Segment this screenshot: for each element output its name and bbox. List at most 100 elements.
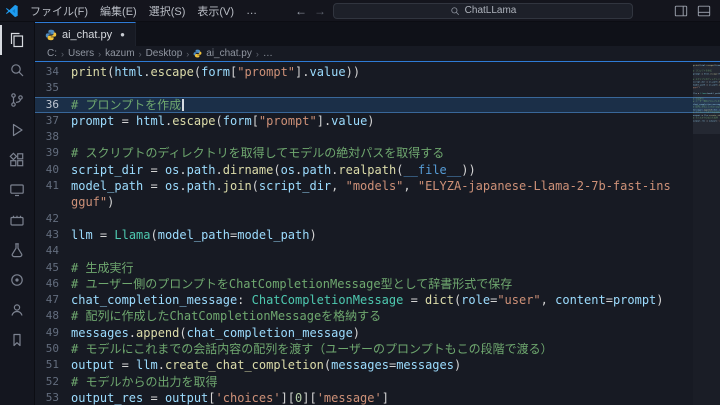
sidebar-item-jupyter[interactable] — [0, 265, 34, 295]
line-number: 34 — [35, 64, 71, 80]
line-number: 48 — [35, 308, 71, 324]
layout-panel-icon[interactable] — [697, 4, 711, 18]
nav-back-icon[interactable]: ← — [295, 5, 307, 17]
code-line[interactable]: 44 — [35, 243, 720, 259]
chevron-right-icon: › — [186, 49, 189, 59]
code-line[interactable]: 50# モデルにこれまでの会話内容の配列を渡す（ユーザーのプロンプトもこの段階で… — [35, 341, 720, 357]
menu-view[interactable]: 表示(V) — [191, 3, 240, 19]
sidebar-item-remote-explorer[interactable] — [0, 175, 34, 205]
explorer-icon — [9, 32, 25, 48]
code-line[interactable]: 34print(html.escape(form["prompt"].value… — [35, 64, 720, 80]
code-line[interactable]: 47chat_completion_message: ChatCompletio… — [35, 292, 720, 308]
activity-bar — [0, 22, 35, 405]
line-number: 36 — [35, 97, 71, 113]
line-number: 38 — [35, 129, 71, 145]
code-line[interactable]: 46# ユーザー側のプロンプトをChatCompletionMessage型とし… — [35, 276, 720, 292]
sidebar-item-search[interactable] — [0, 55, 34, 85]
code-editor[interactable]: 34 print(html.escape(form["prompt"].value… — [35, 61, 720, 405]
menu-bar: ファイル(F) 編集(E) 選択(S) 表示(V) … — [24, 3, 263, 19]
breadcrumb[interactable]: C: › Users › kazum › Desktop › ai_chat.p… — [35, 46, 720, 61]
code-line[interactable]: 40script_dir = os.path.dirname(os.path.r… — [35, 162, 720, 178]
breadcrumb-kazum[interactable]: kazum — [105, 48, 134, 59]
tab-bar: ai_chat.py ● — [35, 22, 720, 46]
code-line[interactable]: gguf") — [35, 194, 720, 210]
chevron-right-icon: › — [139, 49, 142, 59]
command-center-search[interactable]: ChatLLama — [333, 3, 633, 19]
breadcrumb-filename[interactable]: ai_chat.py — [206, 48, 252, 59]
code-line[interactable]: 42 — [35, 211, 720, 227]
line-number: 43 — [35, 227, 71, 243]
code-line[interactable]: 49messages.append(chat_completion_messag… — [35, 325, 720, 341]
breadcrumb-users[interactable]: Users — [68, 48, 94, 59]
line-number — [35, 194, 71, 210]
layout-sidebar-icon[interactable] — [674, 4, 688, 18]
chevron-right-icon: › — [61, 49, 64, 59]
line-number: 40 — [35, 162, 71, 178]
line-number: 41 — [35, 178, 71, 194]
code-line[interactable]: 52# モデルからの出力を取得 — [35, 374, 720, 390]
sidebar-item-bookmarks[interactable] — [0, 325, 34, 355]
line-number: 46 — [35, 276, 71, 292]
breadcrumb-desktop[interactable]: Desktop — [146, 48, 183, 59]
line-number: 51 — [35, 357, 71, 373]
vscode-logo-icon — [0, 4, 24, 18]
chevron-right-icon: › — [98, 49, 101, 59]
sidebar-item-explorer[interactable] — [0, 25, 34, 55]
command-center-text: ChatLLama — [465, 5, 517, 16]
text-cursor — [182, 99, 184, 111]
line-number: 53 — [35, 390, 71, 405]
line-number: 45 — [35, 260, 71, 276]
modified-dot-icon: ● — [120, 30, 125, 39]
breadcrumb-symbol-ellipsis[interactable]: … — [263, 48, 273, 59]
code-line[interactable]: 35 — [35, 80, 720, 96]
menu-selection[interactable]: 選択(S) — [143, 3, 192, 19]
vscode-window: ファイル(F) 編集(E) 選択(S) 表示(V) … ← → ChatLLam… — [0, 0, 720, 405]
title-bar: ファイル(F) 編集(E) 選択(S) 表示(V) … ← → ChatLLam… — [0, 0, 720, 22]
menu-edit[interactable]: 編集(E) — [94, 3, 143, 19]
breadcrumb-drive[interactable]: C: — [47, 48, 57, 59]
sidebar-item-run-debug[interactable] — [0, 115, 34, 145]
title-bar-actions — [665, 4, 720, 18]
tab-ai-chat-py[interactable]: ai_chat.py ● — [35, 22, 136, 46]
title-bar-center: ← → ChatLLama — [263, 3, 665, 19]
code-line[interactable]: 48# 配列に作成したChatCompletionMessageを格納する — [35, 308, 720, 324]
extensions-icon — [9, 152, 25, 168]
chevron-right-icon: › — [256, 49, 259, 59]
line-number: 49 — [35, 325, 71, 341]
sidebar-item-source-control[interactable] — [0, 85, 34, 115]
jupyter-icon — [9, 272, 25, 288]
search-icon — [9, 62, 25, 78]
source-control-icon — [9, 92, 25, 108]
code-line[interactable]: 53output_res = output['choices'][0]['mes… — [35, 390, 720, 405]
menu-overflow[interactable]: … — [240, 5, 263, 17]
minimap[interactable]: print(html.escape(form["prompt"].value))… — [693, 64, 720, 405]
remote-explorer-icon — [9, 182, 25, 198]
line-number: 52 — [35, 374, 71, 390]
code-lines: 34 print(html.escape(form["prompt"].value… — [35, 64, 720, 405]
line-number: 35 — [35, 80, 71, 96]
account-icon — [9, 302, 25, 318]
run-debug-icon — [9, 122, 25, 138]
code-line[interactable]: 43llm = Llama(model_path=model_path) — [35, 227, 720, 243]
code-line[interactable]: 37prompt = html.escape(form["prompt"].va… — [35, 113, 720, 129]
sidebar-item-testing[interactable] — [0, 235, 34, 265]
bookmarks-icon — [9, 332, 25, 348]
line-number: 44 — [35, 243, 71, 259]
code-line[interactable]: 36# プロンプトを作成 — [35, 97, 720, 113]
line-number: 39 — [35, 145, 71, 161]
line-number: 42 — [35, 211, 71, 227]
code-line[interactable]: 39# スクリプトのディレクトリを取得してモデルの絶対パスを取得する — [35, 145, 720, 161]
sidebar-item-containers[interactable] — [0, 205, 34, 235]
menu-file[interactable]: ファイル(F) — [24, 3, 94, 19]
sidebar-item-extensions[interactable] — [0, 145, 34, 175]
tab-label: ai_chat.py — [62, 29, 112, 41]
nav-forward-icon[interactable]: → — [314, 5, 326, 17]
python-icon — [193, 49, 202, 58]
sidebar-item-account[interactable] — [0, 295, 34, 325]
code-line[interactable]: 38 — [35, 129, 720, 145]
line-number: 37 — [35, 113, 71, 129]
code-line[interactable]: 51output = llm.create_chat_completion(me… — [35, 357, 720, 373]
code-line[interactable]: 45# 生成実行 — [35, 260, 720, 276]
code-line[interactable]: 41model_path = os.path.join(script_dir, … — [35, 178, 720, 194]
python-icon — [45, 29, 57, 41]
